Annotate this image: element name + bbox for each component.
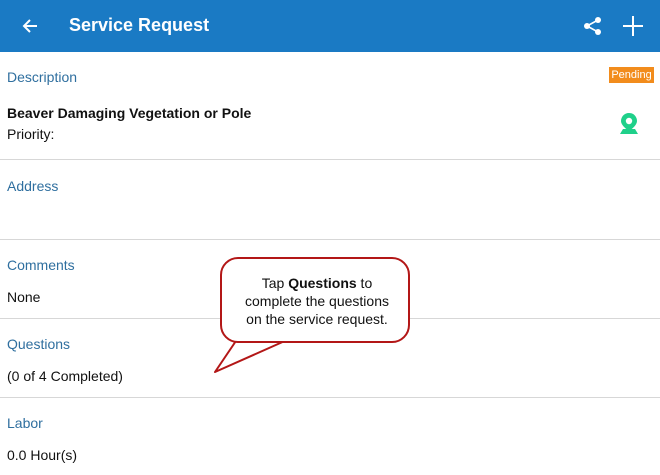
- tooltip-text: Tap Questions to complete the questions …: [222, 274, 412, 328]
- request-title: Beaver Damaging Vegetation or Pole: [7, 105, 252, 121]
- add-button[interactable]: [618, 10, 648, 42]
- description-section: Description Beaver Damaging Vegetation o…: [0, 52, 660, 160]
- tooltip-prefix: Tap: [261, 275, 289, 291]
- back-button[interactable]: [14, 10, 46, 42]
- tooltip-emphasis: Questions: [288, 275, 357, 291]
- status-badge: Pending: [609, 67, 654, 83]
- comments-value: None: [7, 289, 41, 305]
- tooltip-line-2: complete the questions: [245, 293, 389, 309]
- questions-label: Questions: [7, 336, 71, 352]
- address-label: Address: [7, 178, 59, 194]
- arrow-left-icon: [22, 19, 37, 33]
- address-section: Address: [0, 160, 660, 240]
- description-label: Description: [7, 69, 78, 85]
- page-title: Service Request: [69, 15, 210, 35]
- app-bar: Service Request: [0, 0, 660, 52]
- labor-section[interactable]: Labor 0.0 Hour(s): [0, 398, 660, 475]
- map-pin-button[interactable]: [617, 112, 641, 136]
- plus-icon: [623, 16, 643, 36]
- share-icon: [584, 17, 601, 35]
- labor-label: Labor: [7, 415, 43, 431]
- map-pin-icon: [620, 113, 638, 134]
- comments-label: Comments: [7, 257, 75, 273]
- tooltip-callout: Tap Questions to complete the questions …: [220, 257, 410, 343]
- tooltip-suffix: to: [356, 275, 373, 291]
- questions-value: (0 of 4 Completed): [7, 368, 123, 384]
- labor-value: 0.0 Hour(s): [7, 447, 78, 463]
- priority-label: Priority:: [7, 126, 55, 142]
- share-button[interactable]: [578, 10, 608, 42]
- tooltip-line-3: on the service request.: [246, 311, 388, 327]
